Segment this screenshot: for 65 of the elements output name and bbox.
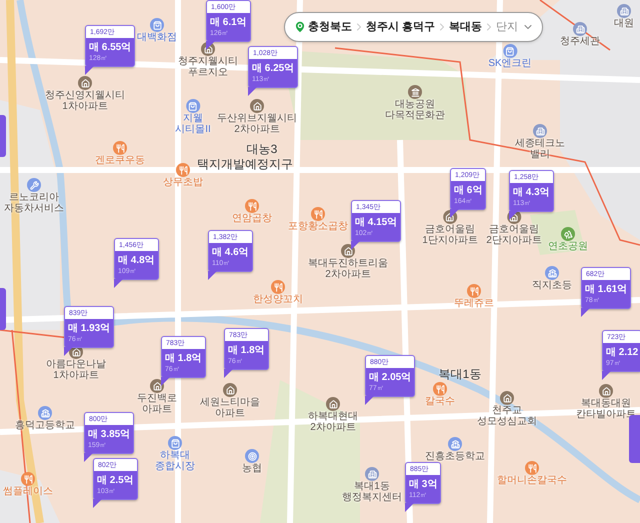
- sale-price: 매 3억: [409, 478, 438, 491]
- place-label[interactable]: 하복대현대 2차아파트: [308, 411, 358, 433]
- sale-price: 매 2.05억: [369, 371, 412, 384]
- district-label: 복대1동: [438, 367, 482, 381]
- marker-tail: [450, 209, 459, 218]
- place-label[interactable]: 복대1동 행정복지센터: [342, 481, 402, 503]
- place-label[interactable]: 지웰 시티몰II: [175, 113, 211, 135]
- place-label[interactable]: 직지초등: [532, 280, 572, 291]
- place-label[interactable]: 복대두진하트리움 2차아파트: [308, 258, 388, 280]
- place-label[interactable]: SK엔크린: [488, 58, 532, 69]
- marker-tail: [84, 453, 93, 462]
- place-label[interactable]: 진흥초등학교: [425, 451, 485, 462]
- place-label[interactable]: 금호어울림 1단지아파트: [422, 224, 478, 246]
- marker-tail: [93, 499, 102, 508]
- district-label: 대농3: [246, 142, 278, 156]
- sale-price: 매 6.55억: [89, 41, 132, 54]
- complex-dropdown[interactable]: 단지: [496, 18, 534, 36]
- region-link[interactable]: 충청북도: [308, 18, 352, 36]
- place-label[interactable]: 청주지웰시티 푸르지오: [178, 56, 238, 78]
- place-label[interactable]: 청주신영지웰시티 1차아파트: [45, 90, 125, 112]
- district-label: 택지개발예정지구: [197, 157, 293, 171]
- marker-tail: [161, 377, 170, 386]
- place-label[interactable]: 두진백로 아파트: [137, 393, 177, 415]
- place-label[interactable]: 청주세관: [560, 36, 600, 47]
- place-label[interactable]: 대백화점: [137, 32, 177, 43]
- location-pin-icon: [293, 20, 307, 34]
- marker-tail: [64, 347, 73, 356]
- marker-tail: [206, 41, 215, 50]
- sale-price: 매 2.12: [606, 346, 638, 359]
- sale-price: 매 4.3억: [513, 186, 550, 199]
- sale-price: 매 1.8억: [228, 344, 265, 357]
- sale-price: 매 1.8억: [165, 352, 202, 365]
- place-label[interactable]: 세원느티마을 아파트: [200, 397, 260, 419]
- marker-tail: [114, 279, 123, 288]
- sale-price: 매 3.85억: [88, 428, 130, 441]
- sale-price: 매 2.5억: [97, 474, 134, 487]
- marker-tail: [248, 87, 257, 96]
- place-label[interactable]: 금호어울림 2단지아파트: [486, 224, 542, 246]
- marker-tail: [405, 503, 414, 512]
- sale-price: 매 4.6억: [212, 246, 249, 259]
- place-label[interactable]: 아름다운나날 1차아파트: [46, 359, 106, 381]
- place-label[interactable]: 하복대 종합시장: [155, 450, 195, 472]
- place-label[interactable]: 농협: [242, 463, 262, 474]
- sale-price: 매 1.61억: [585, 283, 628, 296]
- sale-price: 매 4.15억: [355, 216, 398, 229]
- place-label[interactable]: 천주교 성모성심교회: [477, 405, 537, 427]
- marker-tail: [351, 241, 360, 250]
- sale-price: 매 4.8억: [118, 254, 155, 267]
- sale-price: 매 6억: [454, 184, 482, 197]
- sale-price: 매 6.1억: [210, 16, 247, 29]
- sale-price: 매 6.25억: [252, 62, 294, 75]
- marker-tail: [85, 66, 94, 75]
- marker-tail: [224, 369, 233, 378]
- sale-price: 매 1.93억: [68, 322, 110, 335]
- region-link[interactable]: 청주시 흥덕구: [366, 18, 436, 36]
- marker-tail: [365, 396, 374, 405]
- place-label[interactable]: 대원: [614, 18, 634, 29]
- place-label[interactable]: 두산위브지웰시티 2차아파트: [217, 113, 297, 135]
- region-link[interactable]: 복대동: [449, 18, 482, 36]
- marker-tail: [581, 308, 590, 317]
- place-label[interactable]: 대농공원 다목적문화관: [385, 99, 445, 121]
- marker-tail: [602, 371, 611, 380]
- marker-tail: [208, 271, 217, 280]
- place-label[interactable]: 복대동대원 칸타빌아파트: [576, 398, 636, 420]
- marker-tail: [509, 211, 518, 220]
